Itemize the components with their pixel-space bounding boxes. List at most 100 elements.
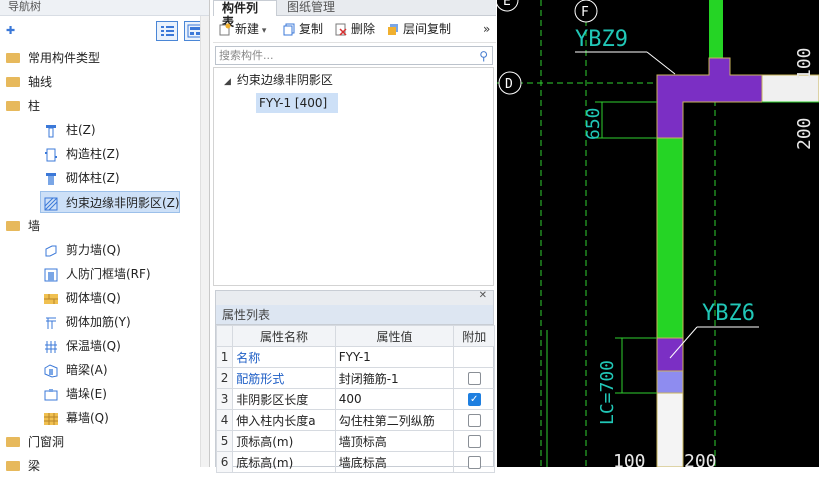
drawing-svg[interactable]: E F D YBZ9 YBZ6 650 100 200 LC=700 100 2… bbox=[497, 0, 819, 467]
brick-wall-icon bbox=[44, 291, 58, 305]
value-header: 属性值 bbox=[334, 325, 455, 347]
property-value[interactable]: 墙顶标高 bbox=[334, 430, 455, 452]
nav-item-masonry-reinforcement[interactable]: 砌体加筋(Y) bbox=[44, 311, 131, 333]
cad-canvas[interactable]: E F D YBZ9 YBZ6 650 100 200 LC=700 100 2… bbox=[497, 0, 819, 467]
copy-button[interactable]: 复制 bbox=[283, 22, 323, 36]
table-row[interactable]: 4 伸入柱内长度a 勾住柱第二列纵筋 bbox=[215, 409, 495, 431]
axis-e-label: E bbox=[503, 0, 511, 9]
add-icon[interactable]: ✚ bbox=[6, 24, 15, 37]
reinforcement-icon bbox=[44, 315, 58, 329]
extra-header: 附加 bbox=[453, 325, 495, 347]
tab-drawing-management[interactable]: 图纸管理 bbox=[279, 0, 343, 16]
extra-checkbox[interactable] bbox=[467, 414, 481, 427]
axis-d-label: D bbox=[505, 77, 513, 92]
dim-100-right: 100 bbox=[794, 47, 815, 80]
folder-icon bbox=[6, 436, 20, 447]
wall-segment-top[interactable] bbox=[709, 0, 723, 60]
nav-item-civil-defense-wall[interactable]: 人防门框墙(RF) bbox=[44, 263, 151, 285]
non-shadow-region[interactable] bbox=[656, 370, 684, 394]
masonry-column-icon bbox=[44, 171, 58, 185]
property-title: 属性列表 bbox=[216, 305, 493, 325]
table-row[interactable]: 1 名称 FYY-1 bbox=[215, 346, 495, 368]
nav-group-axis[interactable]: 轴线 bbox=[6, 71, 52, 93]
property-table: 属性名称 属性值 附加 1 名称 FYY-1 2 配筋形式 封闭箍筋-1 3 非… bbox=[215, 325, 495, 473]
property-value[interactable]: FYY-1 bbox=[334, 346, 455, 368]
nav-group-column[interactable]: 柱 bbox=[6, 95, 40, 117]
property-name: 配筋形式 bbox=[232, 367, 336, 389]
tab-component-list[interactable]: 构件列表 bbox=[213, 0, 277, 29]
tree-item-fyy1[interactable]: FYY-1 [400] bbox=[256, 93, 338, 113]
dim-lc700: LC=700 bbox=[597, 360, 618, 425]
copy-icon bbox=[283, 23, 295, 36]
nav-item-masonry-column[interactable]: 砌体柱(Z) bbox=[44, 167, 120, 189]
hatched-region-icon bbox=[44, 196, 58, 210]
column-ybz6[interactable] bbox=[656, 337, 684, 372]
search-icon[interactable]: ⚲ bbox=[479, 48, 488, 65]
folder-icon bbox=[6, 76, 20, 87]
property-value[interactable]: 封闭箍筋-1 bbox=[334, 367, 455, 389]
nav-group-door-window[interactable]: 门窗洞 bbox=[6, 431, 64, 453]
hidden-beam-icon bbox=[44, 363, 58, 378]
delete-icon bbox=[335, 23, 347, 36]
door-frame-icon bbox=[44, 267, 58, 281]
floor-copy-button[interactable]: 层间复制 bbox=[387, 22, 451, 36]
extra-checkbox-checked[interactable]: ✓ bbox=[467, 393, 481, 406]
property-panel-header: ✕ bbox=[216, 290, 493, 305]
folder-icon bbox=[6, 52, 20, 63]
tab-bar: 构件列表 图纸管理 bbox=[213, 0, 496, 29]
property-value[interactable]: 墙底标高 bbox=[334, 451, 455, 473]
search-input[interactable]: 搜索构件... ⚲ bbox=[215, 46, 493, 65]
property-panel: ✕ 属性列表 属性名称 属性值 附加 1 名称 FYY-1 2 配筋形式 封闭箍… bbox=[215, 290, 495, 473]
label-ybz9: YBZ9 bbox=[575, 27, 628, 52]
dim-200-bottom: 200 bbox=[684, 451, 717, 467]
property-value[interactable]: 勾住柱第二列纵筋 bbox=[334, 409, 455, 431]
delete-button[interactable]: 删除 bbox=[335, 22, 375, 36]
property-value[interactable]: 400 bbox=[334, 388, 455, 410]
nav-item-masonry-wall[interactable]: 砌体墙(Q) bbox=[44, 287, 121, 309]
more-button[interactable]: » bbox=[483, 22, 490, 36]
shear-wall-icon bbox=[44, 243, 58, 257]
nav-item-insulation-wall[interactable]: 保温墙(Q) bbox=[44, 335, 121, 357]
component-tree: ◢ 约束边缘非阴影区 FYY-1 [400] bbox=[213, 67, 494, 286]
property-name: 底标高(m) bbox=[232, 451, 336, 473]
nav-scrollbar[interactable] bbox=[200, 16, 209, 467]
nav-item-constraint-edge[interactable]: 约束边缘非阴影区(Z) bbox=[40, 191, 180, 213]
wall-segment-vertical[interactable] bbox=[656, 137, 684, 339]
nav-item-curtain-wall[interactable]: 幕墙(Q) bbox=[44, 407, 109, 429]
folder-icon bbox=[6, 220, 20, 231]
nav-item-column[interactable]: 柱(Z) bbox=[44, 119, 96, 141]
folder-icon bbox=[6, 100, 20, 111]
nav-group-common[interactable]: 常用构件类型 bbox=[6, 47, 100, 69]
wall-segment-bottom[interactable] bbox=[656, 392, 684, 467]
column-ybz9[interactable] bbox=[656, 57, 763, 139]
dim-650: 650 bbox=[583, 107, 604, 140]
extra-cell bbox=[453, 346, 495, 368]
nav-group-wall[interactable]: 墙 bbox=[6, 215, 40, 237]
table-row[interactable]: 2 配筋形式 封闭箍筋-1 bbox=[215, 367, 495, 389]
list-view-icon[interactable] bbox=[156, 21, 178, 41]
index-header bbox=[215, 325, 234, 347]
name-header: 属性名称 bbox=[232, 325, 336, 347]
extra-checkbox[interactable] bbox=[467, 372, 481, 385]
extra-checkbox[interactable] bbox=[467, 456, 481, 469]
table-row[interactable]: 5 顶标高(m) 墙顶标高 bbox=[215, 430, 495, 452]
table-row[interactable]: 3 非阴影区长度 400 ✓ bbox=[215, 388, 495, 410]
tree-group[interactable]: ◢ 约束边缘非阴影区 bbox=[224, 71, 333, 91]
close-icon[interactable]: ✕ bbox=[479, 290, 487, 301]
nav-item-structural-column[interactable]: 构造柱(Z) bbox=[44, 143, 120, 165]
nav-group-beam[interactable]: 梁 bbox=[6, 455, 40, 477]
floor-copy-icon bbox=[387, 23, 399, 36]
column-icon bbox=[44, 123, 58, 137]
extra-checkbox[interactable] bbox=[467, 435, 481, 448]
navigation-panel: 导航树 ✚ 常用构件类型 轴线 柱 柱(Z) 构造柱(Z) 砌体柱(Z) 约束边… bbox=[0, 0, 210, 473]
new-button[interactable]: 新建 ▾ bbox=[219, 22, 266, 38]
label-ybz6: YBZ6 bbox=[702, 301, 755, 326]
nav-item-shear-wall[interactable]: 剪力墙(Q) bbox=[44, 239, 121, 261]
axis-f-label: F bbox=[581, 5, 589, 20]
component-toolbar: 新建 ▾ 复制 删除 层间复制 » bbox=[213, 16, 496, 43]
structural-column-icon bbox=[44, 147, 58, 161]
collapse-arrow-icon[interactable]: ◢ bbox=[224, 77, 231, 87]
table-row[interactable]: 6 底标高(m) 墙底标高 bbox=[215, 451, 495, 473]
nav-item-hidden-beam[interactable]: 暗梁(A) bbox=[44, 359, 108, 381]
nav-item-wall-pier[interactable]: 墙垛(E) bbox=[44, 383, 107, 405]
